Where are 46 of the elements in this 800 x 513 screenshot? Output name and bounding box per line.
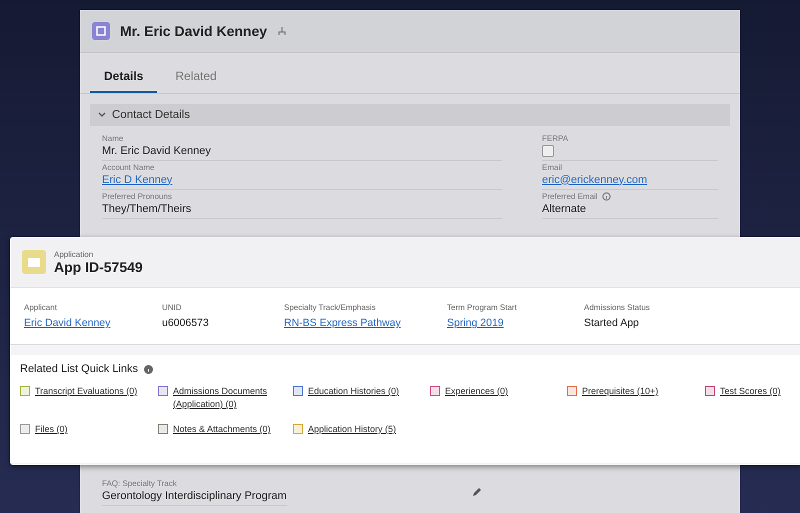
field-label: Preferred Email <box>542 192 598 200</box>
field-value: Gerontology Interdisciplinary Program <box>102 490 287 502</box>
field-label: Specialty Track/Emphasis <box>284 303 377 312</box>
field-value: Mr. Eric David Kenney <box>102 144 211 156</box>
quick-link[interactable]: Test Scores (0) <box>720 385 781 398</box>
field-label: Admissions Status <box>584 303 650 312</box>
section-header[interactable]: Contact Details <box>90 104 730 126</box>
quick-link[interactable]: Admissions Documents (Application) (0) <box>173 385 293 411</box>
quick-link[interactable]: Education Histories (0) <box>308 385 400 398</box>
object-label: Application <box>54 250 94 258</box>
hierarchy-icon[interactable] <box>277 26 288 36</box>
section-title: Contact Details <box>112 109 190 121</box>
field-label: Name <box>102 134 124 142</box>
field-value: u6006573 <box>162 317 210 329</box>
field-label: FAQ: Specialty Track <box>102 478 177 488</box>
field-label: Term Program Start <box>447 303 518 312</box>
field-label: Applicant <box>24 303 58 312</box>
quick-link[interactable]: Transcript Evaluations (0) <box>35 385 138 398</box>
field-link[interactable]: Eric David Kenney <box>24 317 162 329</box>
field-label: Email <box>542 162 562 172</box>
application-icon <box>22 250 46 274</box>
quick-link[interactable]: Prerequisites (10+) <box>582 385 658 398</box>
field-label: Preferred Pronouns <box>102 192 172 200</box>
ferpa-checkbox[interactable] <box>542 144 554 156</box>
field-value: Alternate <box>542 202 586 214</box>
field-value: Started App <box>584 317 640 329</box>
field-value: They/Them/Theirs <box>102 202 192 214</box>
quick-link[interactable]: Notes & Attachments (0) <box>173 423 271 436</box>
field-link[interactable]: RN-BS Express Pathway <box>284 317 447 329</box>
info-icon <box>144 364 153 374</box>
contact-icon <box>92 22 110 40</box>
quick-link[interactable]: Experiences (0) <box>445 385 508 398</box>
quick-link[interactable]: Application History (5) <box>308 423 396 436</box>
record-title: App ID-57549 <box>54 258 143 274</box>
pencil-icon[interactable] <box>472 486 482 496</box>
field-link[interactable]: eric@erickenney.com <box>542 174 648 186</box>
field-label: Account Name <box>102 162 154 172</box>
quick-link[interactable]: Files (0) <box>35 423 68 436</box>
field-label: UNID <box>162 303 183 312</box>
chevron-icon <box>98 111 106 119</box>
record-title: Mr. Eric David Kenney <box>120 23 268 39</box>
field-link[interactable]: Spring 2019 <box>447 317 584 329</box>
field-link[interactable]: Eric D Kenney <box>102 174 172 186</box>
section-title: Related List Quick Links <box>20 363 138 375</box>
field-label: FERPA <box>542 134 568 142</box>
tab[interactable]: Details <box>90 61 158 93</box>
